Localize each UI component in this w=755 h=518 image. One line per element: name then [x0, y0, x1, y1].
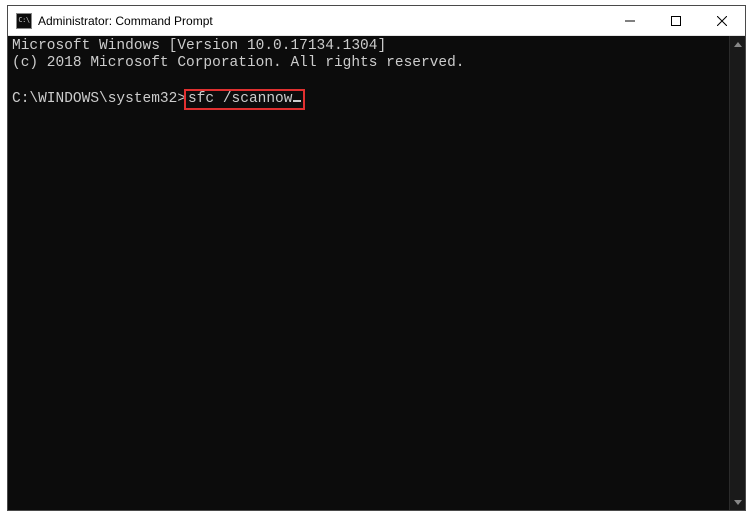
scroll-down-button[interactable]	[730, 494, 745, 510]
command-highlight: sfc /scannow	[184, 89, 305, 110]
command-prompt-window: C:\ Administrator: Command Prompt Micros…	[7, 5, 746, 511]
copyright-line: (c) 2018 Microsoft Corporation. All righ…	[12, 55, 464, 71]
close-button[interactable]	[699, 6, 745, 35]
text-cursor	[293, 100, 301, 102]
prompt-text: C:\WINDOWS\system32>	[12, 91, 186, 107]
chevron-up-icon	[734, 42, 742, 47]
typed-command: sfc /scannow	[188, 91, 292, 107]
blank-line	[12, 72, 725, 89]
minimize-button[interactable]	[607, 6, 653, 35]
titlebar[interactable]: C:\ Administrator: Command Prompt	[8, 6, 745, 36]
scroll-up-button[interactable]	[730, 36, 745, 52]
chevron-down-icon	[734, 500, 742, 505]
maximize-button[interactable]	[653, 6, 699, 35]
minimize-icon	[625, 16, 635, 26]
window-controls	[607, 6, 745, 35]
version-line: Microsoft Windows [Version 10.0.17134.13…	[12, 38, 386, 54]
vertical-scrollbar[interactable]	[729, 36, 745, 510]
console-area: Microsoft Windows [Version 10.0.17134.13…	[8, 36, 745, 510]
cmd-icon-glyph: C:\	[18, 17, 29, 24]
window-title: Administrator: Command Prompt	[38, 14, 607, 28]
console-output[interactable]: Microsoft Windows [Version 10.0.17134.13…	[8, 36, 729, 510]
cmd-icon: C:\	[16, 13, 32, 29]
close-icon	[717, 16, 727, 26]
maximize-icon	[671, 16, 681, 26]
